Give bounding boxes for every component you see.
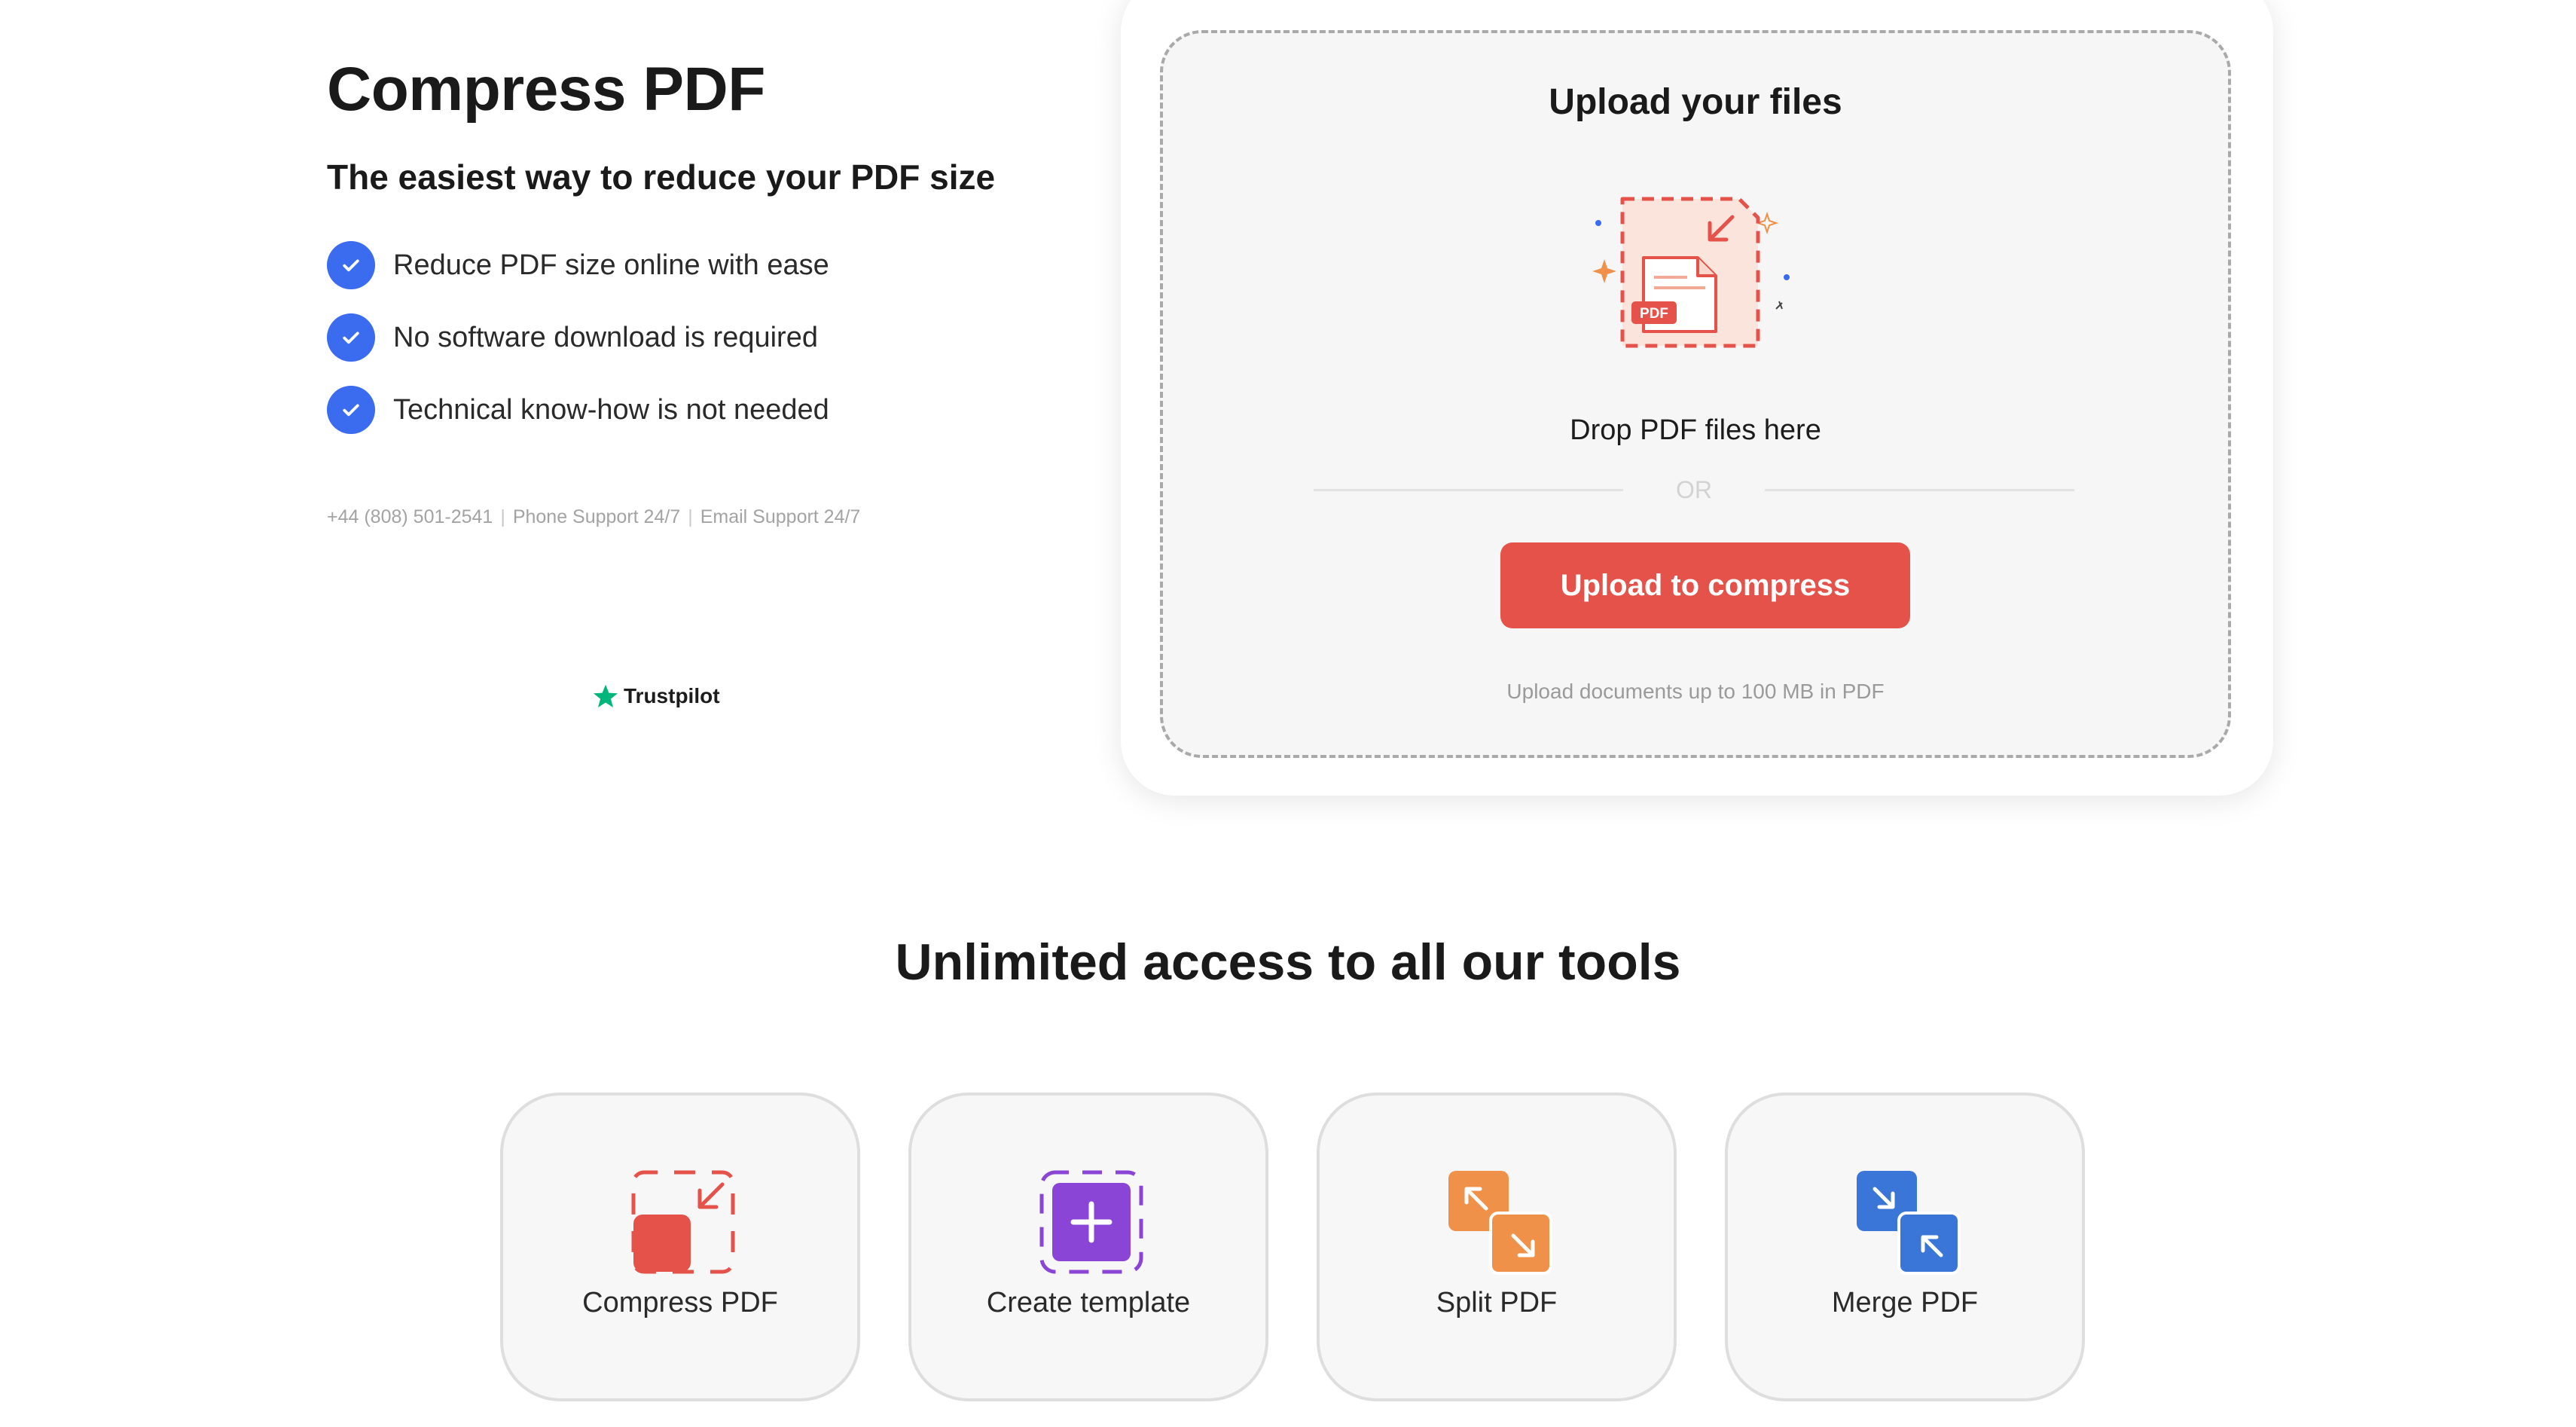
- feature-item: Reduce PDF size online with ease: [327, 240, 829, 291]
- feature-text: Reduce PDF size online with ease: [393, 249, 829, 281]
- support-phone-link[interactable]: +44 (808) 501-2541: [327, 506, 493, 527]
- divider: |: [500, 506, 505, 527]
- split-icon: [1448, 1171, 1552, 1275]
- pdf-compress-illustration-icon: PDF: [1592, 197, 1790, 348]
- divider-line: [1765, 488, 2074, 491]
- feature-item: No software download is required: [327, 312, 829, 363]
- check-icon: [327, 241, 375, 289]
- phone-support-link[interactable]: Phone Support 24/7: [513, 506, 680, 527]
- trustpilot-badge[interactable]: Trustpilot: [592, 683, 720, 710]
- page-subtitle: The easiest way to reduce your PDF size: [327, 157, 996, 197]
- tool-card-split-pdf[interactable]: Split PDF: [1317, 1092, 1677, 1401]
- tools-heading: Unlimited access to all our tools: [895, 934, 1681, 991]
- tool-label: Compress PDF: [582, 1287, 778, 1319]
- upload-card: Upload your files PDF Drop PDF files her…: [1121, 0, 2273, 796]
- tool-card-compress-pdf[interactable]: Compress PDF: [500, 1092, 860, 1401]
- tool-label: Merge PDF: [1831, 1287, 1979, 1319]
- divider-line: [1314, 488, 1623, 491]
- upload-title: Upload your files: [1549, 82, 1842, 122]
- feature-list: Reduce PDF size online with ease No soft…: [327, 240, 829, 457]
- tool-label: Split PDF: [1436, 1287, 1558, 1319]
- or-divider: OR: [1314, 473, 2074, 506]
- tool-label: Create template: [986, 1287, 1191, 1319]
- create-template-icon: [1039, 1170, 1143, 1274]
- check-icon: [327, 386, 375, 434]
- tool-card-create-template[interactable]: Create template: [908, 1092, 1268, 1401]
- compress-icon: [631, 1170, 735, 1274]
- trustpilot-label: Trustpilot: [624, 684, 720, 707]
- page-title: Compress PDF: [327, 55, 765, 124]
- email-support-link[interactable]: Email Support 24/7: [700, 506, 861, 527]
- upload-to-compress-button[interactable]: Upload to compress: [1500, 542, 1910, 628]
- trustpilot-star-icon: [593, 684, 618, 707]
- support-info: +44 (808) 501-2541 | Phone Support 24/7 | Em…: [327, 506, 860, 528]
- file-dropzone[interactable]: Upload your files PDF Drop PDF files her…: [1160, 30, 2231, 758]
- upload-size-note: Upload documents up to 100 MB in PDF: [1506, 680, 1885, 703]
- feature-item: Technical know-how is not needed: [327, 384, 829, 435]
- tool-card-merge-pdf[interactable]: Merge PDF: [1725, 1092, 2085, 1401]
- or-text: OR: [1676, 475, 1712, 503]
- check-icon: [327, 313, 375, 362]
- feature-text: Technical know-how is not needed: [393, 393, 829, 426]
- feature-text: No software download is required: [393, 321, 818, 353]
- pdf-badge-text: PDF: [1640, 306, 1668, 322]
- drop-files-text: Drop PDF files here: [1570, 414, 1821, 446]
- divider: |: [688, 506, 693, 527]
- merge-icon: [1857, 1171, 1961, 1275]
